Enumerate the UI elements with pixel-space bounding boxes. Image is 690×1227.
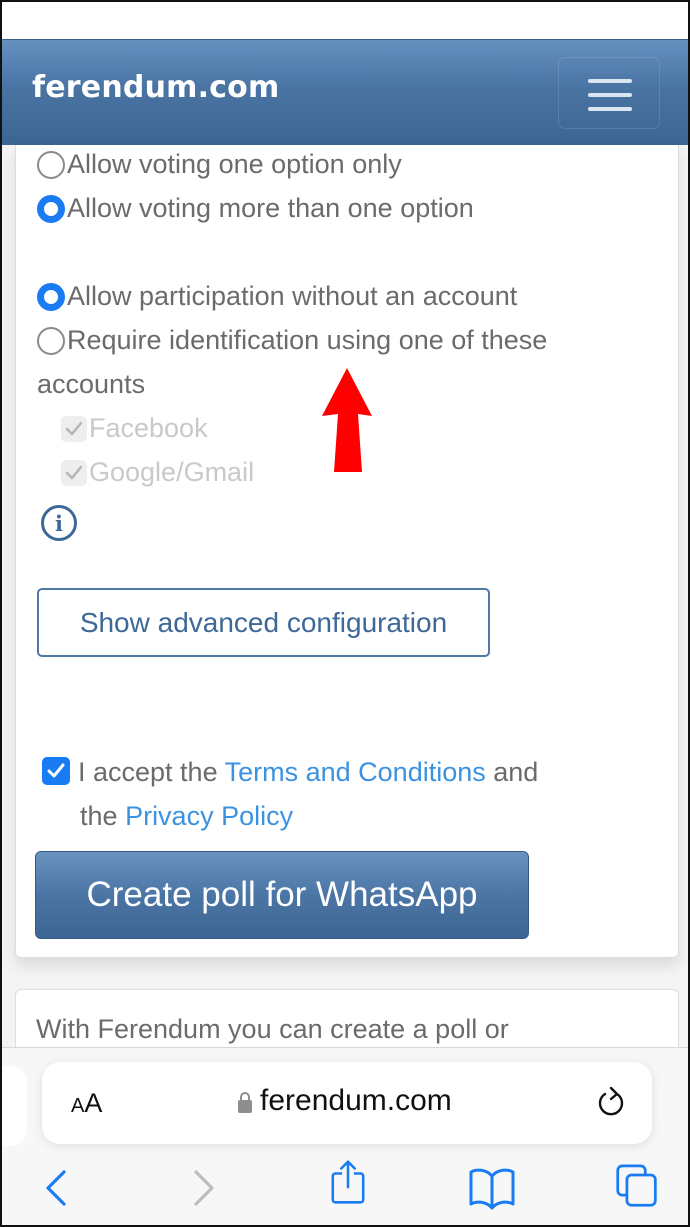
navbar: ferendum.com <box>2 39 688 145</box>
radio-no-account[interactable]: Allow participation without an account <box>37 281 517 312</box>
safari-bottom-bar: AA ferendum.com <box>2 1047 688 1225</box>
radio-label: Require identification using one of thes… <box>67 325 548 355</box>
radio-label: Allow voting more than one option <box>67 193 474 223</box>
info-icon[interactable]: i <box>41 505 77 541</box>
hamburger-menu-icon <box>588 79 632 83</box>
checkbox-facebook[interactable]: Facebook <box>61 413 208 444</box>
checkbox-label: Google/Gmail <box>89 457 255 487</box>
radio-label: Allow voting one option only <box>67 149 402 179</box>
forward-icon[interactable] <box>188 1166 218 1210</box>
hamburger-menu-button[interactable] <box>558 57 660 129</box>
tabs-icon[interactable] <box>614 1164 660 1208</box>
intro-text: With Ferendum you can create a poll or <box>36 1014 509 1044</box>
brand-logo[interactable]: ferendum.com <box>32 70 279 105</box>
radio-require-identification[interactable]: Require identification using one of thes… <box>37 325 547 356</box>
red-arrow-annotation <box>322 368 372 472</box>
radio-label: Allow participation without an account <box>67 281 518 311</box>
radio-vote-multiple[interactable]: Allow voting more than one option <box>37 193 474 224</box>
terms-and-conditions-link[interactable]: Terms and Conditions <box>225 757 486 787</box>
bookmarks-icon[interactable] <box>468 1166 516 1210</box>
address-bar[interactable]: AA ferendum.com <box>42 1062 652 1144</box>
checkbox-disabled-icon[interactable] <box>61 459 87 486</box>
radio-selected-icon[interactable] <box>37 282 65 311</box>
privacy-policy-link[interactable]: Privacy Policy <box>125 801 293 831</box>
reload-icon[interactable] <box>595 1086 627 1120</box>
radio-label-continued: accounts <box>37 369 146 399</box>
back-icon[interactable] <box>42 1166 72 1210</box>
poll-settings-card: Allow voting one option only Allow votin… <box>15 145 679 958</box>
checkbox-disabled-icon[interactable] <box>61 415 87 442</box>
terms-acceptance: I accept the Terms and Conditions and th… <box>42 750 642 838</box>
radio-selected-icon[interactable] <box>37 194 65 223</box>
show-advanced-configuration-button[interactable]: Show advanced configuration <box>37 588 490 657</box>
radio-vote-one[interactable]: Allow voting one option only <box>37 149 402 180</box>
radio-unselected-icon[interactable] <box>37 326 65 355</box>
status-strip <box>2 2 688 39</box>
url-text: ferendum.com <box>260 1084 452 1117</box>
previous-tab-peek[interactable] <box>2 1066 27 1146</box>
radio-unselected-icon[interactable] <box>37 150 65 179</box>
text-size-button[interactable]: AA <box>71 1088 102 1119</box>
terms-checkbox[interactable] <box>42 757 70 785</box>
checkbox-google[interactable]: Google/Gmail <box>61 457 254 488</box>
share-icon[interactable] <box>328 1160 368 1204</box>
create-poll-button[interactable]: Create poll for WhatsApp <box>35 851 529 939</box>
checkbox-label: Facebook <box>89 413 208 443</box>
lock-icon <box>238 1092 252 1113</box>
